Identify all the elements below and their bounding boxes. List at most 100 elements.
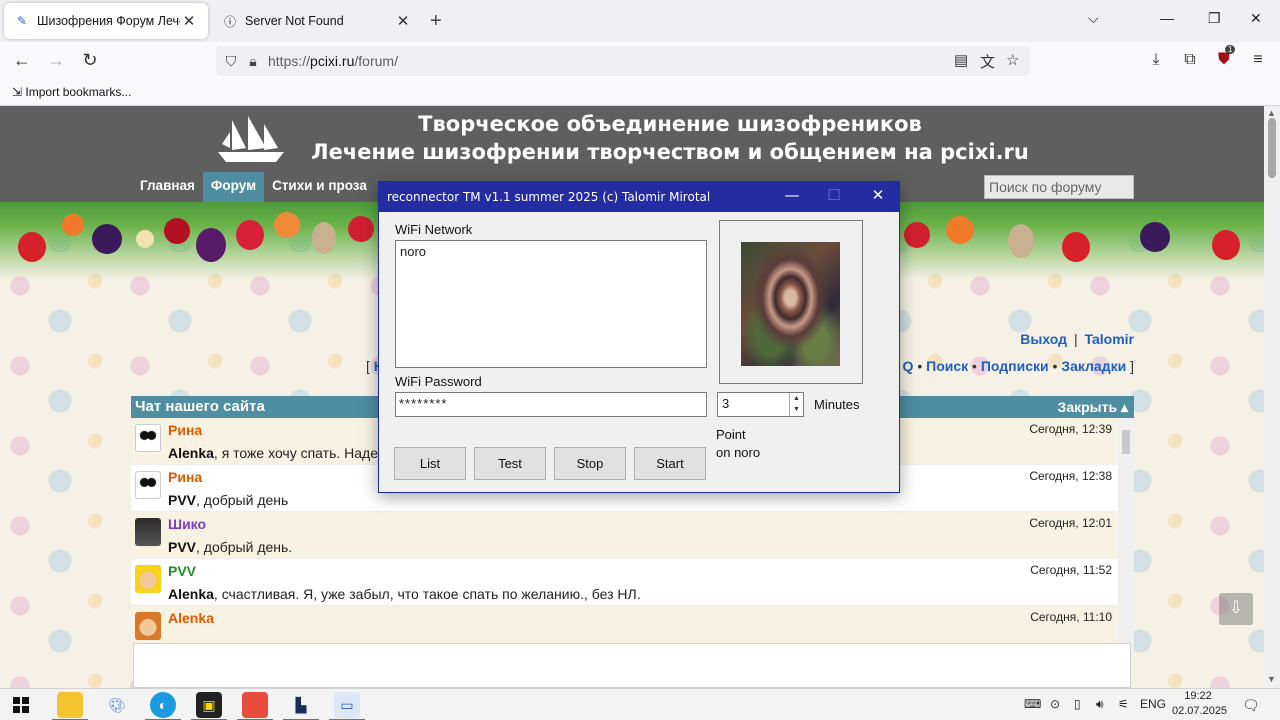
image-frame — [719, 220, 863, 384]
faq-link[interactable]: Q — [903, 358, 914, 374]
chat-title: Чат нашего сайта — [135, 398, 265, 415]
app-icon-blue[interactable]: ◐ — [145, 692, 181, 720]
close-tab-icon[interactable]: ✕ — [180, 12, 198, 30]
info-icon: ⓘ — [223, 14, 236, 29]
spin-up-icon[interactable]: ▲ — [790, 393, 803, 404]
dot-separator: • — [1052, 358, 1058, 374]
minimize-window-button[interactable]: — — [1160, 10, 1174, 26]
chat-text: PVV, добрый день — [168, 492, 289, 508]
extensions-icon[interactable]: ⧉ — [1179, 51, 1201, 69]
stop-button[interactable]: Stop — [554, 447, 626, 480]
windows-taskbar: 🎨︎ ◐ ▣ ▙ ▭ ⌨ ⊙ ▯ 🔊︎ ⚟ ENG 19:22 02.07.20… — [0, 688, 1280, 720]
tray-icon[interactable]: ⌨ — [1024, 697, 1041, 711]
page-scrollbar-thumb[interactable] — [1268, 118, 1276, 178]
minutes-value[interactable]: 3 — [722, 396, 729, 411]
chat-author[interactable]: Рина — [168, 422, 202, 438]
tray-icon[interactable]: ▯ — [1074, 697, 1081, 711]
translate-icon[interactable]: ⽂ — [980, 51, 995, 72]
tab-server-not-found[interactable]: ⓘ Server Not Found ✕ — [212, 3, 422, 39]
app-icon-yellow[interactable]: ▣ — [191, 692, 227, 720]
import-bookmarks-link[interactable]: ⇲ Import bookmarks... — [12, 85, 131, 99]
chat-author[interactable]: Шико — [168, 516, 206, 532]
url-text[interactable]: https://pcixi.ru/forum/ — [268, 53, 398, 69]
reload-icon[interactable]: ↻ — [79, 50, 101, 71]
windows-start-icon[interactable] — [8, 692, 34, 718]
url-bar[interactable]: ⛉ 🔒︎ https://pcixi.ru/forum/ ▤ ⽂ ☆ — [216, 46, 1030, 76]
ublock-icon[interactable]: ⛊ 1 — [1213, 45, 1236, 69]
start-button[interactable]: Start — [634, 447, 706, 480]
clock[interactable]: 19:22 02.07.2025 — [1172, 689, 1227, 719]
clock-time: 19:22 — [1184, 690, 1212, 702]
minutes-spinbox[interactable]: 3 ▲ ▼ — [717, 392, 804, 417]
reader-view-icon[interactable]: ▤ — [954, 51, 968, 69]
test-button[interactable]: Test — [474, 447, 546, 480]
import-icon: ⇲ — [12, 85, 23, 99]
new-tab-button[interactable]: + — [430, 10, 442, 33]
restore-window-button[interactable]: ❐ — [1208, 10, 1221, 27]
app-icon-chair[interactable]: ▙ — [283, 692, 319, 720]
volume-icon[interactable]: 🔊︎ — [1096, 697, 1104, 712]
menu-item-poems[interactable]: Стихи и проза — [264, 172, 375, 202]
chat-author[interactable]: PVV — [168, 563, 196, 579]
avatar[interactable] — [135, 518, 161, 546]
chat-message-input[interactable] — [133, 643, 1131, 688]
notifications-icon[interactable]: 🗨︎ — [1242, 697, 1260, 714]
search-link[interactable]: Поиск — [926, 358, 968, 374]
list-tabs-chevron-icon[interactable]: ⌵ — [1088, 10, 1099, 27]
subscriptions-link[interactable]: Подписки — [981, 358, 1049, 374]
chat-author[interactable]: Alenka — [168, 610, 214, 626]
wifi-password-field[interactable]: ******** — [395, 392, 707, 417]
menu-item-forum[interactable]: Форум — [202, 172, 265, 202]
close-tab-icon[interactable]: ✕ — [394, 12, 412, 30]
lock-icon[interactable]: 🔒︎ — [242, 53, 264, 70]
downloads-icon[interactable]: ⤓ — [1145, 51, 1167, 69]
forward-arrow-icon[interactable]: → — [45, 50, 67, 71]
tray-icon[interactable]: ⊙ — [1050, 697, 1060, 711]
point-label: Point — [716, 427, 746, 442]
list-button[interactable]: List — [394, 447, 466, 480]
spin-buttons[interactable]: ▲ ▼ — [789, 393, 803, 416]
username-link[interactable]: Talomir — [1084, 331, 1134, 347]
spin-down-icon[interactable]: ▼ — [790, 404, 803, 415]
reconnector-taskbar-icon[interactable]: ▭ — [329, 692, 365, 720]
separator: | — [1073, 331, 1078, 347]
scroll-to-bottom-button[interactable]: ⇩ — [1219, 593, 1253, 625]
page-scrollbar[interactable]: ▲ ▼ — [1264, 106, 1280, 688]
shield-icon[interactable]: ⛉ — [220, 53, 242, 70]
minimize-icon[interactable]: — — [777, 186, 807, 204]
file-explorer-icon[interactable] — [52, 692, 88, 720]
avatar[interactable] — [135, 471, 161, 499]
logout-link[interactable]: Выход — [1020, 331, 1067, 347]
chat-text: PVV, добрый день. — [168, 539, 293, 555]
back-arrow-icon[interactable]: ← — [11, 50, 33, 71]
wifi-network-field[interactable]: noro — [395, 240, 707, 368]
paint-icon[interactable]: 🎨︎ — [104, 692, 130, 718]
language-indicator[interactable]: ENG — [1140, 697, 1166, 711]
chat-close-link[interactable]: Закрыть ▴ — [1058, 399, 1128, 416]
user-links: Выход | Talomir — [1020, 331, 1134, 347]
app-icon-red[interactable] — [237, 692, 273, 720]
close-icon[interactable]: ✕ — [863, 186, 893, 204]
chat-time: Сегодня, 12:01 — [1029, 516, 1112, 530]
chat-author[interactable]: Рина — [168, 469, 202, 485]
chat-text: Alenka, счастливая. Я, уже забыл, что та… — [168, 586, 641, 602]
scroll-up-icon[interactable]: ▲ — [1267, 108, 1276, 118]
avatar[interactable] — [135, 424, 161, 452]
avatar[interactable] — [135, 565, 161, 593]
avatar[interactable] — [135, 612, 161, 640]
bracket-close: ] — [1130, 358, 1134, 374]
chat-scrollbar-thumb[interactable] — [1122, 430, 1130, 454]
dialog-title-bar: reconnector TM v1.1 summer 2025 (c) Talo… — [379, 182, 899, 212]
wifi-icon[interactable]: ⚟ — [1118, 697, 1129, 711]
scroll-down-icon[interactable]: ▼ — [1267, 674, 1276, 684]
forum-search-input[interactable]: Поиск по форуму — [984, 175, 1134, 199]
chat-scrollbar[interactable] — [1118, 418, 1134, 646]
menu-item-home[interactable]: Главная — [132, 172, 203, 202]
close-window-button[interactable]: ✕ — [1250, 10, 1262, 27]
maximize-icon: ☐ — [827, 186, 841, 204]
bookmarks-link[interactable]: Закладки — [1061, 358, 1126, 374]
wifi-network-label: WiFi Network — [395, 222, 473, 237]
tab-forum[interactable]: ✎ Шизофрения Форум Лечение ✕ — [4, 3, 208, 39]
bookmark-star-icon[interactable]: ☆ — [1006, 51, 1019, 69]
menu-icon[interactable]: ≡ — [1247, 51, 1269, 69]
